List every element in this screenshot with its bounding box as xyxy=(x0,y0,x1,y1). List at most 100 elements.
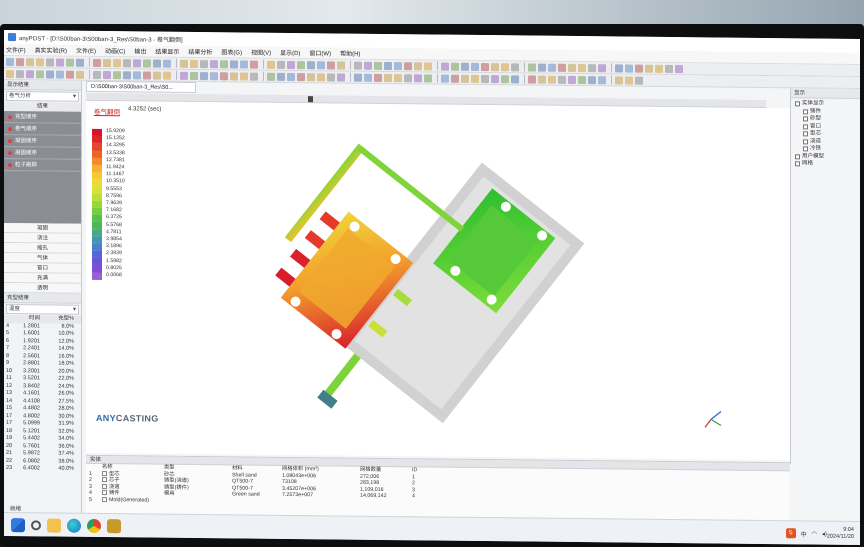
toolbar-button-icon[interactable] xyxy=(364,73,372,82)
toolbar-button-icon[interactable] xyxy=(461,74,469,83)
toolbar-button-icon[interactable] xyxy=(451,62,459,71)
toolbar-button-icon[interactable] xyxy=(103,70,111,79)
toolbar-button-icon[interactable] xyxy=(143,58,151,68)
tree-checkbox[interactable] xyxy=(803,139,808,145)
toolbar-button-icon[interactable] xyxy=(26,57,34,66)
toolbar-button-icon[interactable] xyxy=(307,72,315,81)
toolbar-button-icon[interactable] xyxy=(93,70,101,79)
toolbar-button-icon[interactable] xyxy=(598,63,606,72)
toolbar-button-icon[interactable] xyxy=(404,73,412,82)
toolbar-button-icon[interactable] xyxy=(56,58,64,67)
toolbar-button-icon[interactable] xyxy=(153,71,161,80)
toolbar-button-icon[interactable] xyxy=(364,61,372,70)
toolbar-button-icon[interactable] xyxy=(337,60,345,70)
menu-item[interactable]: 显示(D) xyxy=(280,48,300,57)
chrome-icon[interactable] xyxy=(87,518,101,533)
toolbar-button-icon[interactable] xyxy=(635,64,643,73)
toolbar-button-icon[interactable] xyxy=(441,62,449,71)
menu-item[interactable]: 图表(G) xyxy=(221,47,242,56)
result-type-select[interactable]: 卷气分析 xyxy=(6,91,79,102)
menu-item[interactable]: 动画(C) xyxy=(105,46,125,55)
toolbar-button-icon[interactable] xyxy=(220,59,228,68)
toolbar-button-icon[interactable] xyxy=(414,73,422,82)
toolbar-button-icon[interactable] xyxy=(133,58,141,67)
toolbar-button-icon[interactable] xyxy=(16,57,24,66)
toolbar-button-icon[interactable] xyxy=(180,59,188,68)
toolbar-button-icon[interactable] xyxy=(471,74,479,83)
entity-visibility-checkbox[interactable] xyxy=(102,483,107,489)
toolbar-button-icon[interactable] xyxy=(210,59,218,68)
toolbar-button-icon[interactable] xyxy=(210,71,218,80)
toolbar-button-icon[interactable] xyxy=(307,60,315,69)
toolbar-button-icon[interactable] xyxy=(625,76,633,85)
menu-item[interactable]: 文件(F) xyxy=(6,45,26,54)
document-tab[interactable]: D:\S00ban-3\S00ban-3_Res\S0... xyxy=(86,80,196,94)
toolbar-button-icon[interactable] xyxy=(424,73,432,82)
tree-checkbox[interactable] xyxy=(795,154,800,160)
menu-item[interactable]: 窗口(W) xyxy=(309,48,331,57)
toolbar-button-icon[interactable] xyxy=(76,70,84,79)
toolbar-button-icon[interactable] xyxy=(36,69,44,78)
entity-visibility-checkbox[interactable] xyxy=(102,490,107,496)
edge-icon[interactable] xyxy=(67,518,81,533)
toolbar-button-icon[interactable] xyxy=(190,71,198,80)
toolbar-button-icon[interactable] xyxy=(511,62,519,71)
toolbar-button-icon[interactable] xyxy=(424,61,432,70)
toolbar-button-icon[interactable] xyxy=(66,70,74,79)
toolbar-button-icon[interactable] xyxy=(568,75,576,84)
toolbar-button-icon[interactable] xyxy=(36,57,44,66)
file-explorer-icon[interactable] xyxy=(47,517,61,533)
toolbar-button-icon[interactable] xyxy=(277,60,285,69)
toolbar-button-icon[interactable] xyxy=(655,64,663,73)
toolbar-button-icon[interactable] xyxy=(297,60,305,69)
entity-visibility-checkbox[interactable] xyxy=(102,496,107,502)
toolbar-button-icon[interactable] xyxy=(143,70,151,80)
toolbar-button-icon[interactable] xyxy=(538,75,546,84)
toolbar-button-icon[interactable] xyxy=(16,69,24,78)
toolbar-button-icon[interactable] xyxy=(374,73,382,82)
toolbar-button-icon[interactable] xyxy=(26,69,34,78)
toolbar-button-icon[interactable] xyxy=(461,62,469,71)
toolbar-button-icon[interactable] xyxy=(327,72,335,81)
casting-model-view[interactable] xyxy=(86,101,790,460)
ime-icon[interactable]: S xyxy=(785,528,796,539)
toolbar-button-icon[interactable] xyxy=(6,57,14,66)
toolbar-button-icon[interactable] xyxy=(277,72,285,81)
menu-item[interactable]: 输出 xyxy=(134,46,146,55)
toolbar-button-icon[interactable] xyxy=(538,63,546,72)
anycasting-app-icon[interactable] xyxy=(107,518,121,533)
toolbar-button-icon[interactable] xyxy=(200,71,208,80)
toolbar-button-icon[interactable] xyxy=(384,61,392,70)
toolbar-button-icon[interactable] xyxy=(56,70,64,79)
toolbar-button-icon[interactable] xyxy=(180,71,188,80)
toolbar-button-icon[interactable] xyxy=(374,61,382,70)
toolbar-button-icon[interactable] xyxy=(103,58,111,67)
tree-checkbox[interactable] xyxy=(803,116,808,122)
menu-item[interactable]: 结果显示 xyxy=(155,47,179,56)
toolbar-button-icon[interactable] xyxy=(625,64,633,73)
toolbar-button-icon[interactable] xyxy=(548,63,556,72)
step-item[interactable]: 粒子跟踪 xyxy=(4,159,81,172)
menu-item[interactable]: 结果分析 xyxy=(188,47,212,56)
toolbar-button-icon[interactable] xyxy=(46,69,54,79)
toolbar-button-icon[interactable] xyxy=(93,58,101,67)
clock[interactable]: 9:04 2024/11/20 xyxy=(827,527,854,541)
table-row[interactable]: 23 6.4002 40.0% xyxy=(4,465,81,473)
toolbar-button-icon[interactable] xyxy=(414,61,422,70)
toolbar-button-icon[interactable] xyxy=(46,57,54,67)
toolbar-button-icon[interactable] xyxy=(558,63,566,72)
tree-item[interactable]: 网格 xyxy=(795,160,860,168)
tree-checkbox[interactable] xyxy=(803,109,808,115)
toolbar-button-icon[interactable] xyxy=(528,62,536,72)
language-indicator[interactable]: 中 xyxy=(801,529,807,538)
toolbar-button-icon[interactable] xyxy=(317,72,325,81)
toolbar-button-icon[interactable] xyxy=(665,64,673,73)
menu-item[interactable]: 真实实验(R) xyxy=(35,45,67,54)
toolbar-button-icon[interactable] xyxy=(578,75,586,84)
toolbar-button-icon[interactable] xyxy=(471,62,479,71)
toolbar-button-icon[interactable] xyxy=(615,63,623,72)
toolbar-button-icon[interactable] xyxy=(615,75,623,84)
entity-visibility-checkbox[interactable] xyxy=(102,470,107,476)
toolbar-button-icon[interactable] xyxy=(588,75,596,84)
toolbar-button-icon[interactable] xyxy=(501,74,509,83)
